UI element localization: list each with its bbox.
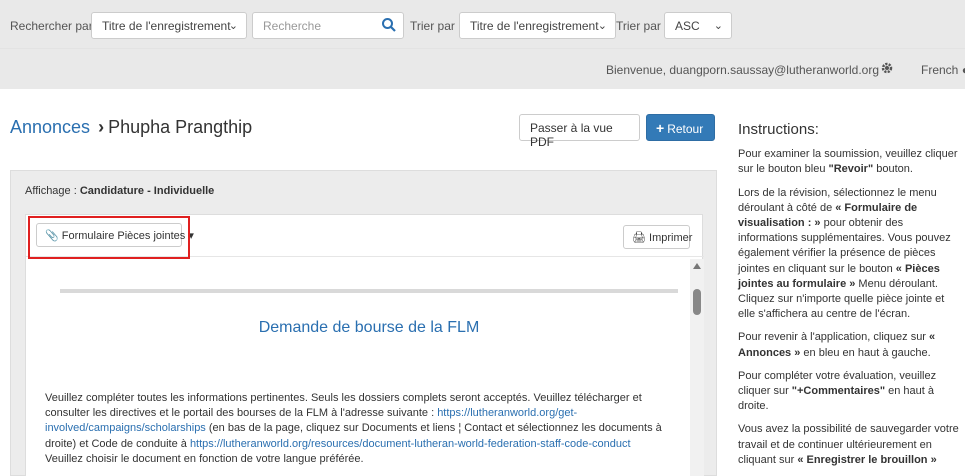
instruction-emphasis: "+Commentaires": [791, 385, 886, 398]
printer-icon: 🖨: [632, 232, 646, 244]
submission-panel: Affichage : Candidature - Individuelle 📎…: [10, 170, 717, 476]
chevron-down-icon: ⌄: [228, 20, 238, 32]
display-label: Affichage :: [25, 185, 77, 197]
form-card-header: 📎 Formulaire Pièces jointes ▾ 🖨 Imprimer: [26, 215, 704, 259]
document-body: Veuillez compléter toutes les informatio…: [45, 391, 675, 467]
instruction-text: bouton.: [873, 163, 913, 176]
sort-by-select[interactable]: Titre de l'enregistrement ⌄: [459, 12, 616, 39]
back-button[interactable]: + Retour: [646, 114, 715, 141]
language-selector[interactable]: French ●: [921, 63, 965, 77]
instruction-paragraph: Pour examiner la soumission, veuillez cl…: [738, 147, 963, 177]
scroll-thumb[interactable]: [693, 289, 701, 315]
instruction-paragraph: Pour revenir à l'application, cliquez su…: [738, 330, 963, 360]
sort-by-value: Titre de l'enregistrement: [470, 19, 599, 33]
instruction-text: en bleu en haut à gauche.: [800, 346, 931, 359]
search-toolbar: Rechercher par Titre de l'enregistrement…: [0, 0, 965, 49]
instruction-paragraph: Pour compléter votre évaluation, veuille…: [738, 369, 963, 415]
pdf-view-label: Passer à la vue PDF: [530, 121, 613, 149]
display-value: Candidature - Individuelle: [79, 185, 215, 197]
form-card: 📎 Formulaire Pièces jointes ▾ 🖨 Imprimer…: [25, 214, 704, 476]
code-of-conduct-link[interactable]: https://lutheranworld.org/resources/docu…: [190, 438, 631, 450]
divider: [60, 289, 678, 293]
language-value: French: [921, 63, 959, 77]
search-by-label: Rechercher par: [10, 19, 93, 33]
chevron-down-icon: ⌄: [713, 20, 723, 32]
gear-icon[interactable]: [880, 61, 894, 78]
instruction-paragraph: Vous avez la possibilité de sauvegarder …: [738, 422, 963, 468]
instruction-emphasis: « Enregistrer le brouillon »: [797, 453, 937, 466]
chevron-right-icon: ›: [98, 117, 105, 137]
user-bar: Bienvenue, duangporn.saussay@lutheranwor…: [0, 49, 965, 89]
scrollbar[interactable]: [690, 259, 704, 476]
order-select[interactable]: ASC ⌄: [664, 12, 732, 39]
order-label: Trier par: [616, 19, 661, 33]
print-label: Imprimer: [649, 232, 693, 244]
instruction-text: Pour revenir à l'application, cliquez su…: [738, 331, 930, 344]
breadcrumb-annonces-link[interactable]: Annonces: [10, 117, 90, 137]
chevron-down-icon: ⌄: [597, 20, 607, 32]
print-button[interactable]: 🖨 Imprimer: [623, 225, 693, 249]
order-value: ASC: [675, 19, 700, 33]
highlight-box: [28, 216, 190, 259]
search-input[interactable]: Recherche: [252, 12, 404, 39]
scroll-up-arrow[interactable]: [693, 263, 701, 269]
instruction-paragraph: Lors de la révision, sélectionnez le men…: [738, 186, 963, 323]
pdf-view-button[interactable]: Passer à la vue PDF: [519, 114, 640, 149]
search-icon[interactable]: [381, 17, 397, 36]
back-label: Retour: [667, 122, 704, 136]
instructions-panel: Instructions: Pour examiner la soumissio…: [738, 122, 963, 476]
instructions-title: Instructions:: [738, 121, 819, 138]
breadcrumb-current: Phupha Prangthip: [108, 117, 253, 137]
search-by-select[interactable]: Titre de l'enregistrement ⌄: [91, 12, 247, 39]
document-title: Demande de bourse de la FLM: [258, 319, 480, 336]
search-placeholder: Recherche: [263, 19, 322, 33]
display-mode: Affichage : Candidature - Individuelle: [25, 185, 214, 197]
welcome-text: Bienvenue, duangporn.saussay@lutheranwor…: [606, 63, 880, 77]
instruction-emphasis: "Revoir": [828, 163, 874, 176]
sort-by-label: Trier par: [410, 19, 455, 33]
plus-icon: +: [656, 120, 665, 136]
search-by-value: Titre de l'enregistrement: [102, 19, 231, 33]
document-text: Veuillez choisir le document en fonction…: [45, 452, 364, 465]
breadcrumb: Annonces › Phupha Prangthip: [10, 117, 252, 138]
